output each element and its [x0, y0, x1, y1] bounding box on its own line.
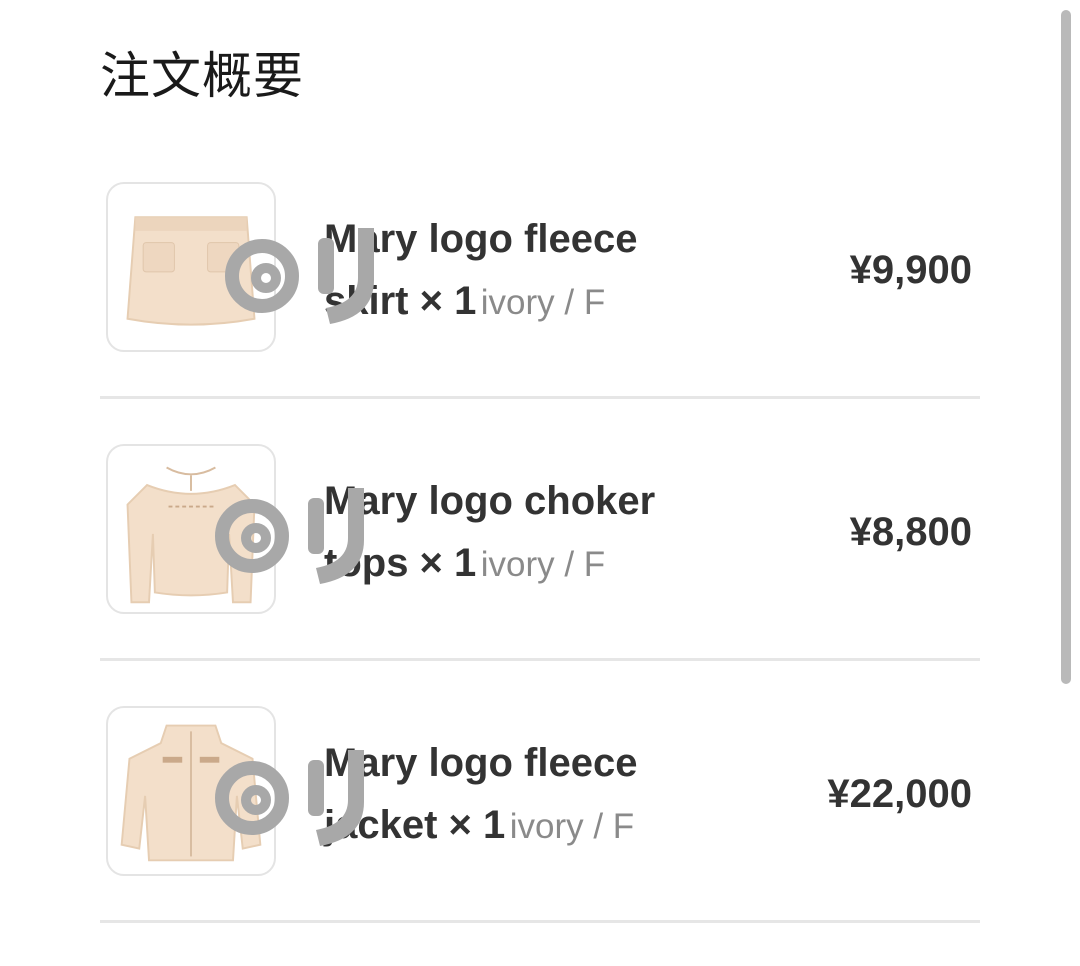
product-quantity: skirt × 1 [324, 279, 477, 323]
product-quantity: tops × 1 [324, 541, 477, 585]
divider [100, 658, 980, 661]
order-item[interactable]: Mary logo fleece skirt × 1 ivory / F ¥9,… [100, 180, 980, 442]
scrollbar[interactable] [1061, 10, 1071, 684]
order-item[interactable]: Mary logo fleece jacket × 1 ivory / F ¥2… [100, 704, 980, 966]
product-price: ¥9,900 [849, 248, 972, 292]
product-quantity: jacket × 1 [324, 803, 506, 847]
jacket-image[interactable] [106, 706, 276, 876]
product-price: ¥22,000 [827, 772, 972, 816]
product-name: Mary logo choker [324, 479, 656, 523]
divider [100, 396, 980, 399]
tops-image[interactable] [106, 444, 276, 614]
product-variant: ivory / F [509, 807, 635, 846]
product-variant: ivory / F [480, 283, 606, 322]
order-item[interactable]: Mary logo choker tops × 1 ivory / F ¥8,8… [100, 442, 980, 704]
skirt-image[interactable] [106, 182, 276, 352]
product-price: ¥8,800 [849, 510, 972, 554]
page-title: 注文概要 [100, 47, 304, 105]
product-variant: ivory / F [480, 545, 606, 584]
product-name: Mary logo fleece [324, 741, 638, 785]
divider [100, 920, 980, 923]
product-name: Mary logo fleece [324, 217, 638, 261]
